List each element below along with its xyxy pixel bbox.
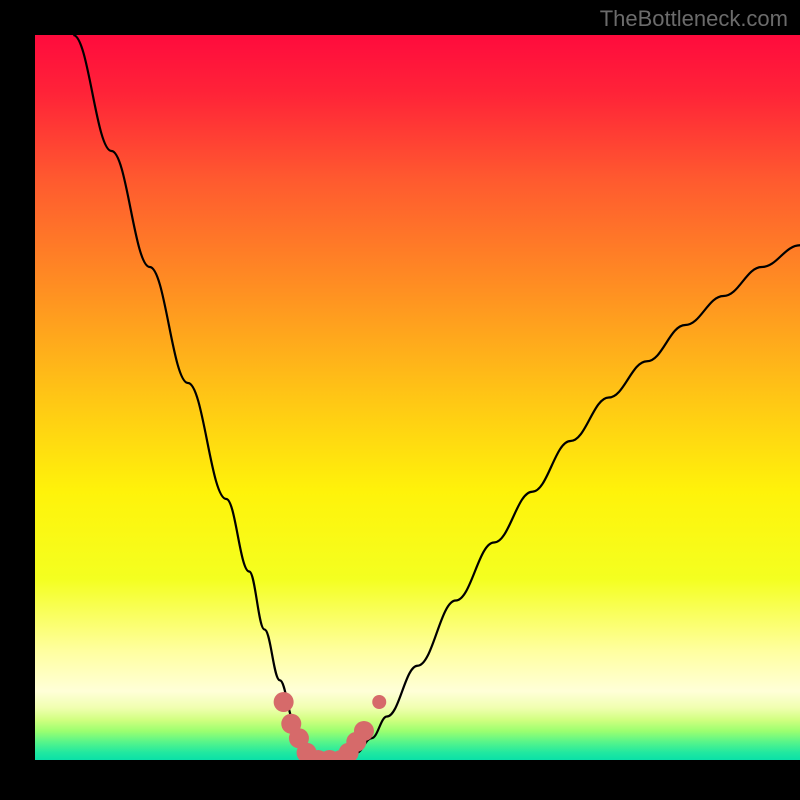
watermark-label: TheBottleneck.com: [600, 6, 788, 32]
highlight-dot: [274, 692, 294, 712]
bottleneck-chart: [0, 0, 800, 800]
highlight-dot: [354, 721, 374, 741]
gradient-background: [35, 35, 800, 760]
highlight-dot: [372, 695, 386, 709]
chart-stage: TheBottleneck.com: [0, 0, 800, 800]
